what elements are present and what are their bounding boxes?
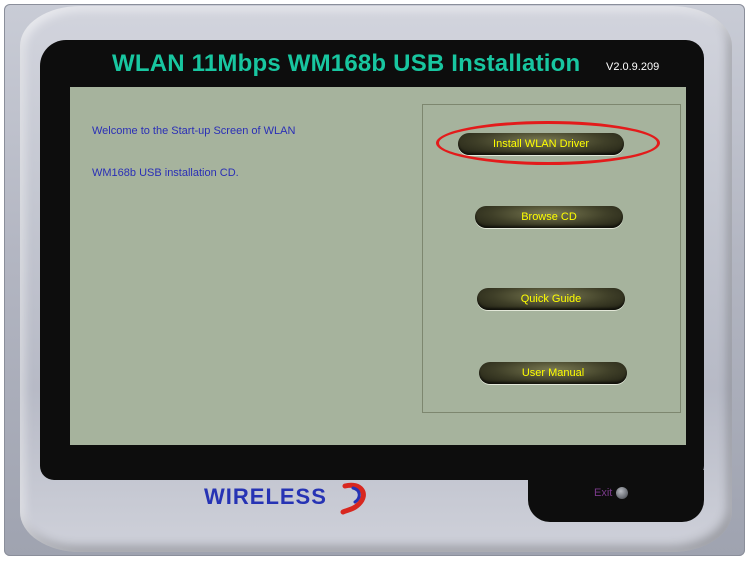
user-manual-button[interactable]: User Manual [479, 362, 627, 384]
wireless-swirl-icon [340, 482, 366, 515]
browse-cd-button[interactable]: Browse CD [475, 206, 623, 228]
welcome-text-line-1: Welcome to the Start-up Screen of WLAN [92, 125, 296, 137]
menu-divider [680, 196, 681, 320]
exit-control[interactable]: Exit [594, 484, 629, 502]
version-label: V2.0.9.209 [606, 61, 660, 73]
wireless-logo: WIRELESS [204, 484, 327, 509]
quick-guide-button[interactable]: Quick Guide [477, 288, 625, 310]
welcome-text-line-2: WM168b USB installation CD. [92, 167, 239, 179]
exit-label[interactable]: Exit [594, 487, 612, 499]
exit-button-icon[interactable] [616, 487, 629, 499]
app-title: WLAN 11Mbps WM168b USB Installation [112, 50, 581, 77]
install-driver-button[interactable]: Install WLAN Driver [458, 133, 624, 155]
